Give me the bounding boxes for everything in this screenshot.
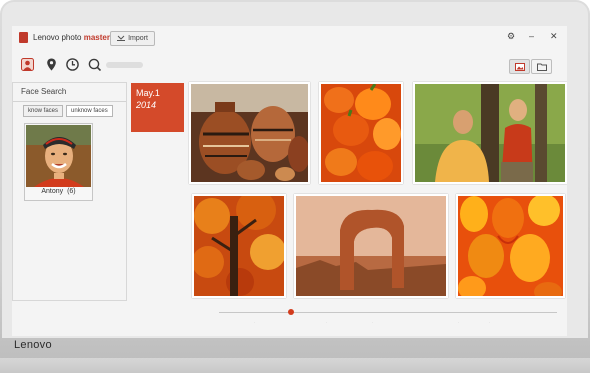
app-name: Lenovo photo [33,33,84,42]
minimize-icon[interactable]: – [529,31,534,41]
location-icon[interactable] [45,58,58,71]
zoom-slider[interactable] [106,62,143,68]
folder-icon [536,58,547,76]
app-title: Lenovo photo master [33,33,110,42]
face-count: (6) [67,188,76,195]
photo-peppers[interactable] [319,82,403,184]
timeline-tick: · [254,320,256,325]
tab-know-faces[interactable]: know faces [23,105,64,117]
import-button[interactable]: Import [110,31,155,46]
photo-father-son[interactable] [413,82,567,184]
photo-autumn-tree[interactable] [192,194,286,298]
timeline-marker[interactable] [288,309,294,315]
search-icon[interactable] [88,58,102,72]
import-label: Import [128,35,148,42]
date-marker: May.1 2014 [131,83,184,132]
laptop-frame: Lenovo photo master Import ⚙ – ✕ Face Se… [0,0,590,373]
image-view-button[interactable] [509,59,530,74]
face-card[interactable]: Antony (6) [24,123,93,201]
timeline-tick: · [372,320,374,325]
timeline[interactable] [219,312,557,313]
photo-logo-icon [19,32,28,43]
image-view-icon [514,58,525,76]
timeline-tick: · [458,320,460,325]
import-icon [117,35,126,43]
laptop-base [0,358,590,373]
date-year: 2014 [136,100,157,110]
timeline-tick: · [489,320,491,325]
clock-icon[interactable] [66,58,79,71]
brand-logo: Lenovo [14,339,52,351]
face-search-panel: Face Search know faces unknow faces Anto… [12,82,127,301]
folder-view-button[interactable] [531,59,552,74]
app-window: Lenovo photo master Import ⚙ – ✕ Face Se… [12,26,567,336]
screen-bezel: Lenovo photo master Import ⚙ – ✕ Face Se… [2,2,588,338]
people-icon[interactable] [21,58,34,71]
title-bar: Lenovo photo master Import ⚙ – ✕ [12,26,567,51]
face-name: Antony [41,188,64,195]
gear-icon[interactable]: ⚙ [507,31,515,41]
photo-pottery[interactable] [189,82,310,184]
date-day: May.1 [136,88,160,98]
face-tabs: know faces unknow faces [23,105,113,117]
app-name-accent: master [83,33,110,42]
timeline-tick: · [326,320,328,325]
photo-arch[interactable] [294,194,448,298]
tab-unknow-faces[interactable]: unknow faces [66,105,113,117]
face-thumbnail [26,125,91,187]
panel-title: Face Search [21,87,67,96]
photo-tulips[interactable] [456,194,565,298]
close-icon[interactable]: ✕ [550,31,558,41]
face-label: Antony (6) [25,188,92,195]
divider [13,101,126,102]
